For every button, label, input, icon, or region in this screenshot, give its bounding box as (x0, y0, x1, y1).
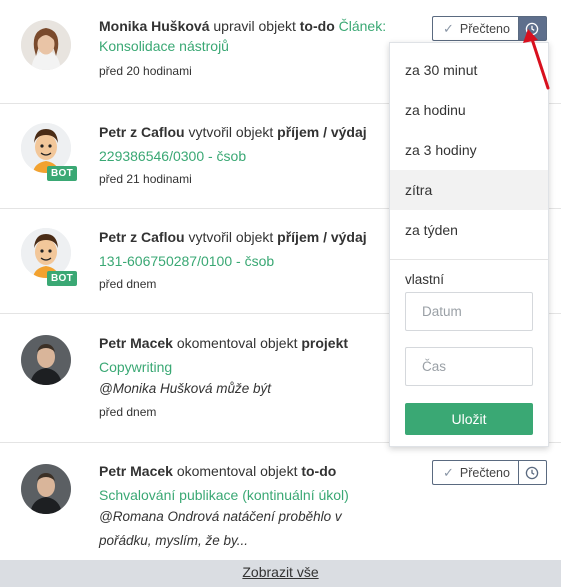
actor-name[interactable]: Petr Macek (99, 463, 173, 479)
time-field[interactable]: Čas (405, 347, 533, 386)
object-link[interactable]: 229386546/0300 - čsob (99, 146, 389, 166)
object-link[interactable]: 131-606750287/0100 - čsob (99, 251, 389, 271)
snooze-option-hour[interactable]: za hodinu (390, 90, 548, 130)
divider (390, 259, 548, 260)
action-text: okomentoval objekt (172, 463, 302, 479)
object-type: příjem / výdaj (277, 124, 367, 140)
read-controls: ✓ Přečteno (432, 460, 547, 485)
avatar: BOT (21, 228, 78, 286)
bot-badge: BOT (47, 271, 78, 286)
comment-text: @Romana Ondrová natáčení proběhlo v pořá… (99, 509, 342, 548)
save-button[interactable]: Uložit (405, 403, 533, 435)
action-text: upravil objekt (209, 18, 300, 34)
check-icon: ✓ (443, 464, 454, 480)
comment-text: @Monika Hušková může být (99, 381, 272, 396)
bot-badge: BOT (47, 166, 78, 181)
clock-icon (526, 466, 539, 479)
actor-name[interactable]: Petr Macek (99, 335, 173, 351)
activity-summary: Monika Hušková upravil objekt to-do Člán… (99, 16, 389, 56)
annotation-arrow-icon (523, 29, 550, 90)
snooze-option-tomorrow[interactable]: zítra (390, 170, 548, 210)
timestamp: před dnem (99, 277, 157, 291)
read-label: Přečteno (459, 465, 510, 480)
object-link[interactable]: Schvalování publikace (kontinuální úkol) (99, 485, 389, 505)
activity-summary: Petr z Caflou vytvořil objekt příjem / v… (99, 122, 389, 142)
object-type: to-do (301, 463, 337, 479)
timestamp: před 20 hodinami (99, 64, 192, 78)
object-link[interactable]: Copywriting (99, 357, 389, 377)
action-text: vytvořil objekt (184, 229, 278, 245)
snooze-option-week[interactable]: za týden (390, 210, 548, 250)
avatar: BOT (21, 123, 78, 181)
activity-summary: Petr Macek okomentoval objekt projekt (99, 333, 389, 353)
actor-name[interactable]: Petr z Caflou (99, 229, 185, 245)
activity-summary: Petr z Caflou vytvořil objekt příjem / v… (99, 227, 389, 247)
mark-read-button[interactable]: ✓ Přečteno (432, 16, 518, 41)
read-label: Přečteno (459, 21, 510, 36)
snooze-dropdown: za 30 minut za hodinu za 3 hodiny zítra … (389, 42, 549, 447)
mark-read-button[interactable]: ✓ Přečteno (432, 460, 518, 485)
object-type: příjem / výdaj (277, 229, 367, 245)
avatar (21, 335, 71, 385)
custom-time-label: vlastní (405, 272, 445, 287)
snooze-option-3hours[interactable]: za 3 hodiny (390, 130, 548, 170)
object-type: to-do (299, 18, 335, 34)
activity-summary: Petr Macek okomentoval objekt to-do (99, 461, 389, 481)
avatar (21, 464, 71, 514)
object-type: projekt (301, 335, 349, 351)
check-icon: ✓ (443, 20, 454, 36)
avatar (21, 20, 71, 70)
feed-item: Petr Macek okomentoval objekt to-do Schv… (0, 443, 561, 560)
date-field[interactable]: Datum (405, 292, 533, 331)
action-text: vytvořil objekt (184, 124, 278, 140)
show-all-link[interactable]: Zobrazit vše (242, 564, 318, 580)
actor-name[interactable]: Petr z Caflou (99, 124, 185, 140)
footer-bar: Zobrazit vše (0, 560, 561, 587)
timestamp: před 21 hodinami (99, 172, 192, 186)
snooze-button[interactable] (517, 460, 547, 485)
actor-name[interactable]: Monika Hušková (99, 18, 209, 34)
action-text: okomentoval objekt (172, 335, 302, 351)
timestamp: před dnem (99, 405, 157, 419)
